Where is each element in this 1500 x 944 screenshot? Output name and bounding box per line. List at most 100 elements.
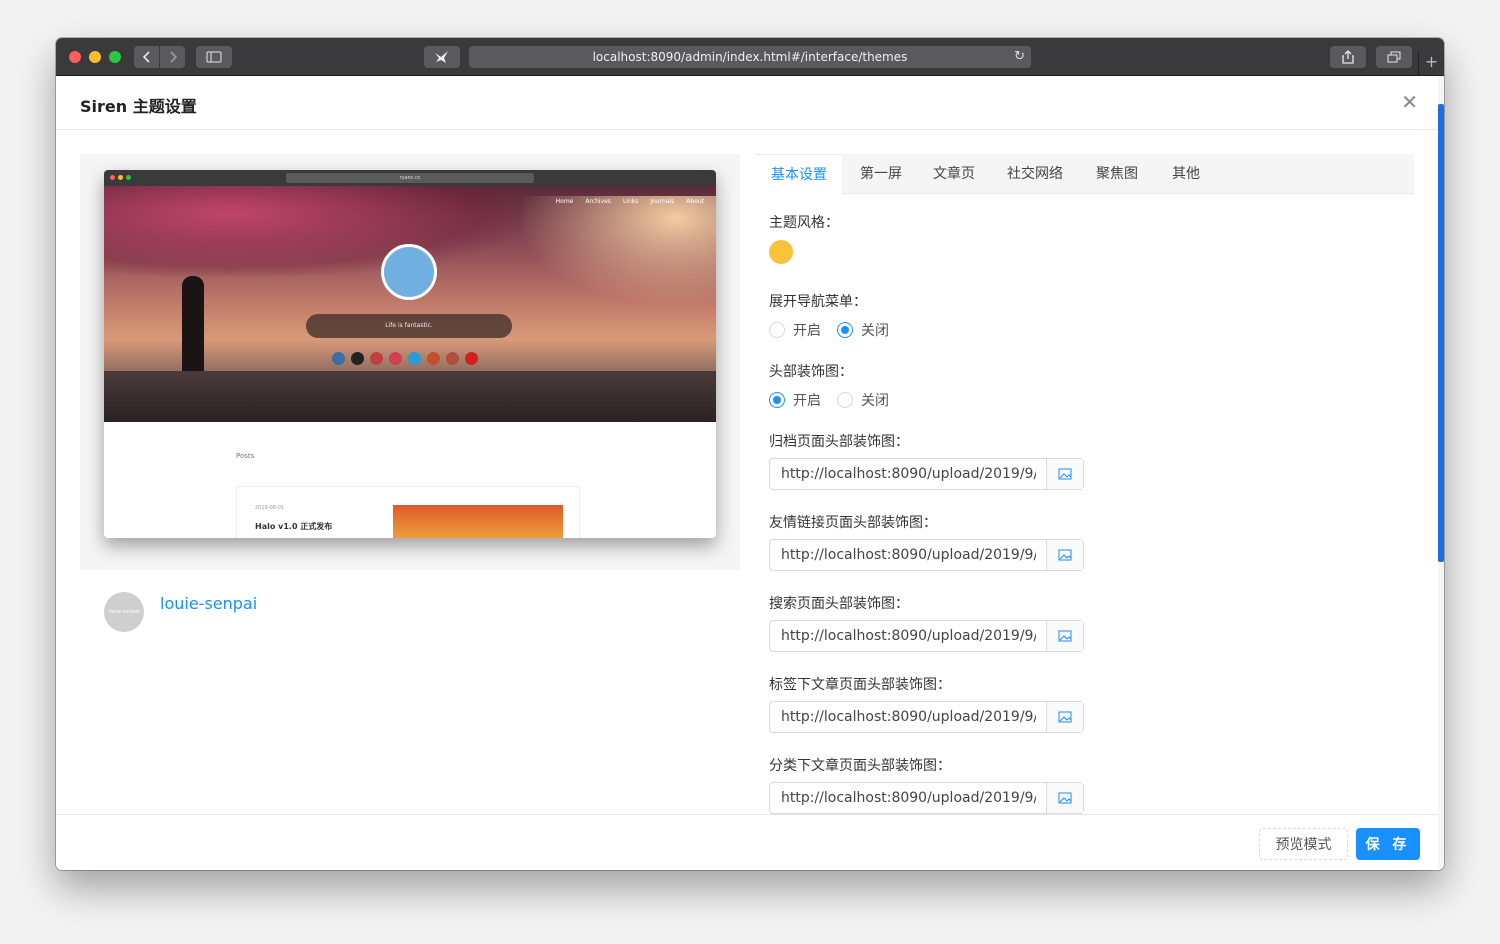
- tag-header-field: [769, 701, 1084, 733]
- theme-style-label: 主题风格：: [769, 215, 839, 231]
- image-picker-button[interactable]: [1046, 702, 1083, 732]
- category-header-input[interactable]: [770, 783, 1047, 813]
- sunset-glow: [516, 196, 716, 306]
- image-picker-button[interactable]: [1046, 540, 1083, 570]
- header-decor-radio-off[interactable]: [837, 392, 853, 408]
- screenshot-dot: [118, 175, 123, 180]
- screenshot-nav-item: Archives: [585, 198, 611, 205]
- social-icon: [332, 352, 345, 365]
- header-decor-radio-on[interactable]: [769, 392, 785, 408]
- tab-overview-button[interactable]: [1376, 46, 1412, 68]
- sidebar-toggle-button[interactable]: [196, 46, 232, 68]
- screenshot-dot: [110, 175, 115, 180]
- close-window-button[interactable]: [69, 51, 81, 63]
- nav-menu-label: 展开导航菜单：: [769, 294, 867, 310]
- image-icon: [1058, 468, 1072, 480]
- image-icon: [1058, 711, 1072, 723]
- cherry-blossom-decoration: [104, 186, 524, 276]
- bird-icon: [435, 51, 448, 63]
- header-decor-radio-group: 开启 关闭: [769, 390, 905, 410]
- radio-label[interactable]: 关闭: [861, 320, 889, 340]
- search-header-label: 搜索页面头部装饰图：: [769, 596, 909, 612]
- search-header-input[interactable]: [770, 621, 1047, 651]
- scrollbar[interactable]: [1438, 76, 1444, 870]
- screenshot-social-icons: [332, 352, 478, 365]
- address-text: localhost:8090/admin/index.html#/interfa…: [592, 50, 908, 64]
- sidebar-icon: [206, 51, 222, 63]
- radio-label[interactable]: 关闭: [861, 390, 889, 410]
- preview-mode-button[interactable]: 预览模式: [1259, 828, 1348, 860]
- avatar: louie-senpai: [104, 592, 144, 632]
- image-picker-button[interactable]: [1046, 459, 1083, 489]
- zhihu-icon: [446, 352, 459, 365]
- scrollbar-thumb[interactable]: [1438, 104, 1444, 562]
- social-icon: [389, 352, 402, 365]
- github-icon: [351, 352, 364, 365]
- close-icon[interactable]: ✕: [1401, 90, 1418, 114]
- twitter-icon: [408, 352, 421, 365]
- tag-header-input[interactable]: [770, 702, 1047, 732]
- radio-label[interactable]: 开启: [793, 320, 821, 340]
- reload-icon[interactable]: ↻: [1014, 49, 1025, 64]
- nav-menu-radio-off[interactable]: [837, 322, 853, 338]
- screenshot-nav: Home Archives Links Journals About: [556, 198, 704, 205]
- nav-menu-radio-on[interactable]: [769, 322, 785, 338]
- cityscape: [104, 371, 716, 422]
- tab-basic[interactable]: 基本设置: [756, 154, 842, 194]
- screenshot-hero: Home Archives Links Journals About Life …: [104, 186, 716, 422]
- screenshot-browser-bar: ryanc.cc: [104, 170, 716, 186]
- modal-header: Siren 主题设置 ✕: [56, 76, 1438, 130]
- author-link[interactable]: louie-senpai: [160, 594, 257, 613]
- screenshot-nav-item: Home: [555, 198, 574, 205]
- screenshot-post-image: [393, 505, 563, 538]
- social-icon: [427, 352, 440, 365]
- tab-focus-image[interactable]: 聚焦图: [1080, 154, 1154, 194]
- save-button[interactable]: 保 存: [1356, 828, 1420, 860]
- category-header-label: 分类下文章页面头部装饰图：: [769, 758, 951, 774]
- minimize-window-button[interactable]: [89, 51, 101, 63]
- tabs-icon: [1387, 51, 1401, 63]
- address-bar[interactable]: localhost:8090/admin/index.html#/interfa…: [469, 46, 1031, 68]
- links-header-field: [769, 539, 1084, 571]
- image-picker-button[interactable]: [1046, 783, 1083, 813]
- screenshot-post-card: 2019-06-01 Halo v1.0 正式发布: [236, 486, 580, 538]
- share-button[interactable]: [1330, 46, 1366, 68]
- extension-button[interactable]: [424, 46, 460, 68]
- image-picker-button[interactable]: [1046, 621, 1083, 651]
- theme-color-swatch[interactable]: [769, 240, 793, 264]
- modal-footer: 预览模式 保 存: [56, 814, 1438, 870]
- browser-toolbar: localhost:8090/admin/index.html#/interfa…: [56, 38, 1444, 76]
- screenshot-nav-item: About: [686, 198, 704, 205]
- zoom-window-button[interactable]: [109, 51, 121, 63]
- radio-label[interactable]: 开启: [793, 390, 821, 410]
- modal-title: Siren 主题设置: [80, 97, 197, 116]
- search-header-field: [769, 620, 1084, 652]
- back-button[interactable]: [134, 46, 159, 68]
- screenshot-posts-heading: Posts: [236, 452, 255, 460]
- image-icon: [1058, 549, 1072, 561]
- links-header-label: 友情链接页面头部装饰图：: [769, 515, 937, 531]
- screenshot-nav-item: Links: [622, 198, 639, 205]
- tab-post-page[interactable]: 文章页: [918, 154, 990, 194]
- archive-header-input[interactable]: [770, 459, 1047, 489]
- header-decor-label: 头部装饰图：: [769, 364, 853, 380]
- tab-first-screen[interactable]: 第一屏: [844, 154, 918, 194]
- tab-social[interactable]: 社交网络: [992, 154, 1078, 194]
- theme-screenshot: ryanc.cc Home Archives Links Journals Ab…: [104, 170, 716, 538]
- nav-menu-radio-group: 开启 关闭: [769, 320, 905, 340]
- screenshot-post-title: Halo v1.0 正式发布: [255, 522, 333, 531]
- links-header-input[interactable]: [770, 540, 1047, 570]
- category-header-field: [769, 782, 1084, 814]
- forward-button[interactable]: [160, 46, 185, 68]
- screenshot-nav-item: Journals: [650, 198, 675, 205]
- archive-header-field: [769, 458, 1084, 490]
- new-tab-button[interactable]: +: [1418, 52, 1444, 76]
- settings-tabs: 基本设置 第一屏 文章页 社交网络 聚焦图 其他: [756, 154, 1414, 194]
- silhouette-figure: [182, 276, 204, 386]
- screenshot-motto: Life is fantastic.: [306, 314, 512, 338]
- tab-other[interactable]: 其他: [1158, 154, 1214, 194]
- screenshot-url: ryanc.cc: [286, 173, 534, 183]
- share-icon: [1342, 50, 1354, 64]
- weibo-icon: [465, 352, 478, 365]
- chevron-right-icon: [169, 51, 177, 63]
